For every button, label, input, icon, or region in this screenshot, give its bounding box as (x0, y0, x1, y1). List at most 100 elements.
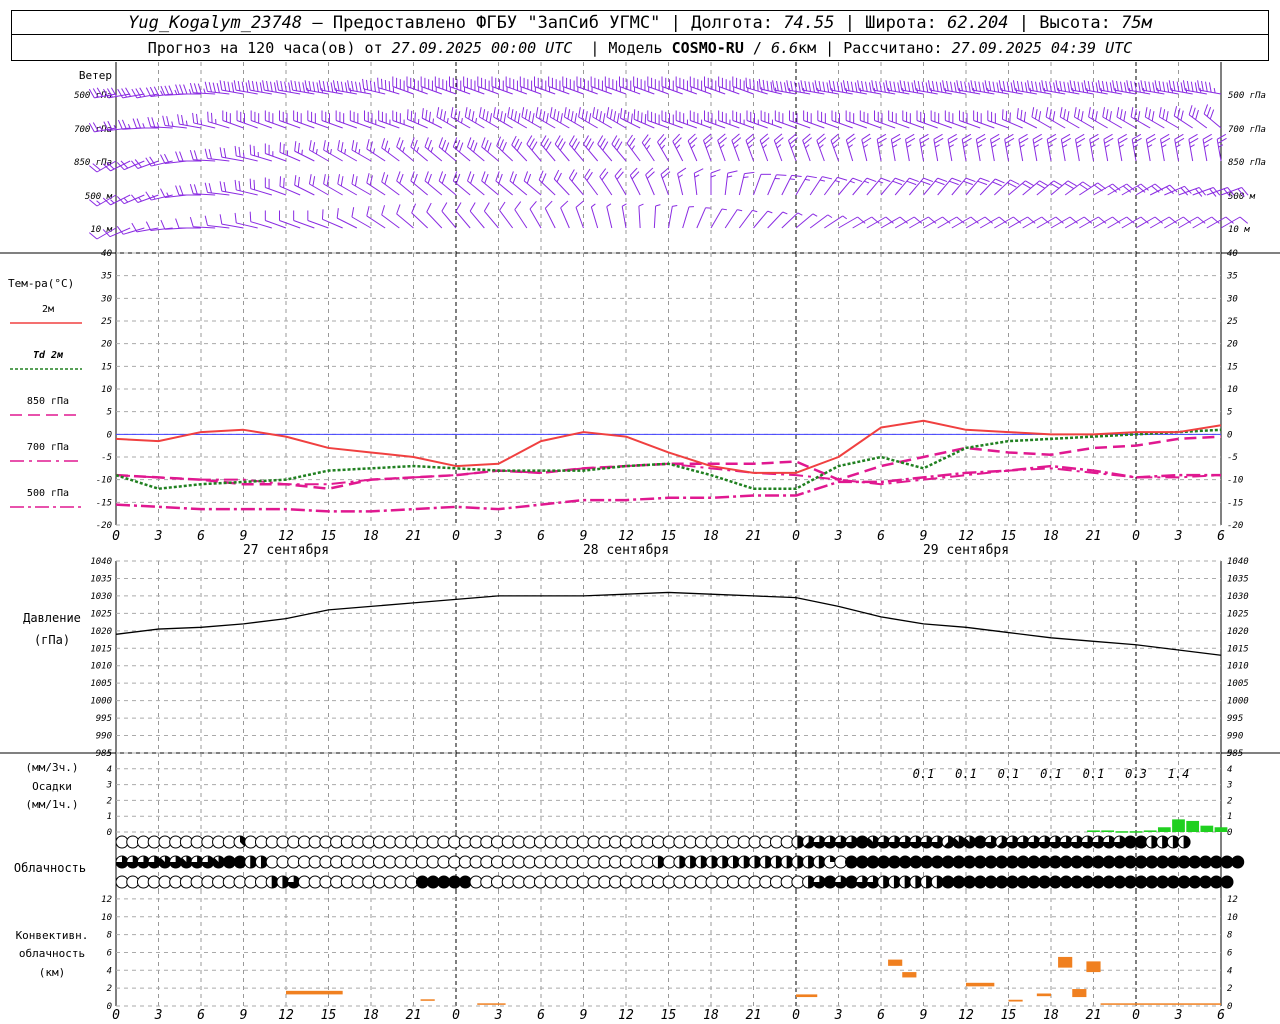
cloud-symbol-outline (437, 835, 451, 849)
wind-barb (645, 174, 655, 196)
cloud-symbol-outline (576, 875, 590, 889)
wind-feather (444, 142, 450, 153)
cloud-symbol (673, 835, 687, 849)
temp-xtick: 21 (1086, 529, 1102, 544)
conv-cloud-bar (888, 959, 903, 966)
wind-feather (469, 202, 476, 212)
wind-feather (850, 81, 854, 92)
cloud-symbol (630, 835, 644, 849)
cloud-symbol-outline (265, 855, 279, 869)
wind-feather (1126, 80, 1129, 91)
precip-ytick-right: 1 (1227, 812, 1232, 822)
cloud-symbol (759, 875, 773, 889)
temp-ytick-left: 40 (101, 249, 112, 259)
cloud-symbol (920, 835, 934, 849)
cloud-symbol (877, 835, 891, 849)
conv-xtick: 3 (494, 1008, 503, 1023)
cloud-symbol (651, 855, 665, 869)
cloud-symbol (834, 835, 848, 849)
conv-cloud-bar (1072, 989, 1087, 998)
wind-feather (720, 144, 725, 149)
cloud-symbol-fill (1199, 876, 1212, 888)
wind-feather (381, 78, 383, 89)
wind-feather (188, 89, 192, 95)
wind-feather (640, 112, 643, 123)
cloud-symbol (716, 875, 730, 889)
wind-feather (1039, 180, 1049, 187)
temp-ytick-left: -10 (96, 476, 112, 486)
wind-barb (553, 178, 570, 196)
wind-feather (1061, 133, 1071, 140)
wind-feather (1059, 80, 1063, 91)
wind-barb (438, 146, 457, 162)
cloud-symbol-fill (1081, 876, 1094, 888)
wind-feather (953, 82, 957, 93)
conv-xtick: 21 (746, 1008, 762, 1023)
pressure-ytick-left: 1020 (90, 627, 112, 637)
cloud-symbol (1220, 875, 1234, 889)
precip-bar (1172, 819, 1185, 832)
cloud-symbol-fill (459, 876, 472, 888)
cloud-symbol (1166, 855, 1180, 869)
wind-feather (762, 79, 765, 90)
cloud-symbol (330, 875, 344, 889)
cloud-symbol-outline (641, 875, 655, 889)
cloud-symbol (308, 875, 322, 889)
wind-feather (503, 113, 507, 124)
precip-3h-total: 0.1 (1083, 767, 1105, 781)
precip-bar (1143, 830, 1157, 832)
wind-feather (585, 138, 592, 148)
wind-feather (510, 109, 514, 120)
wind-barb (759, 140, 769, 162)
cloud-symbol-outline (330, 835, 344, 849)
wind-feather (891, 133, 901, 140)
wind-feather (1018, 133, 1028, 140)
wind-feather (766, 80, 769, 91)
wind-feather (772, 80, 775, 91)
pressure-ytick-right: 1000 (1227, 697, 1249, 707)
cloud-symbol-outline (716, 835, 730, 849)
wind-barb (845, 139, 854, 162)
wind-feather (238, 180, 241, 191)
wind-feather (1063, 81, 1067, 92)
precip-bar (1200, 825, 1214, 832)
temp-ytick-right: -15 (1227, 498, 1243, 508)
wind-feather (413, 139, 418, 150)
cloud-symbol-outline (555, 855, 569, 869)
wind-barb (767, 174, 777, 196)
wind-feather (1189, 144, 1195, 148)
cloud-symbol (630, 855, 644, 869)
wind-feather (776, 80, 779, 91)
cloud-symbol (1005, 855, 1019, 869)
wind-feather (609, 109, 613, 120)
cloud-symbol-fill (437, 876, 450, 888)
wind-feather (413, 173, 418, 184)
wind-feather (560, 200, 569, 209)
wind-feather (1009, 112, 1011, 123)
wind-feather (315, 148, 318, 155)
wind-feather (1090, 137, 1100, 144)
wind-level-right: 850 гПа (1228, 158, 1266, 168)
wind-feather (1118, 137, 1128, 144)
cloud-symbol (941, 875, 955, 889)
wind-feather (308, 174, 312, 185)
cloud-symbol-outline (769, 835, 783, 849)
cloud-symbol (1070, 835, 1084, 849)
wind-feather (581, 109, 585, 120)
wind-feather (482, 109, 486, 120)
wind-feather (1105, 109, 1109, 120)
wind-feather (1045, 80, 1048, 91)
wind-feather (280, 80, 283, 91)
cloud-symbol (941, 835, 955, 849)
cloud-symbol-outline (233, 875, 247, 889)
pressure-ytick-right: 1025 (1227, 609, 1249, 619)
cloud-symbol (834, 855, 848, 869)
cloud-symbol-fill (1038, 876, 1051, 888)
cloud-symbol-outline (566, 855, 580, 869)
wind-feather (672, 204, 678, 207)
wind-feather (381, 138, 386, 149)
cloud-symbol (254, 835, 268, 849)
precip-ytick-right: 5 (1227, 749, 1232, 759)
day-label: 28 сентября (583, 543, 669, 558)
wind-feather (939, 82, 943, 93)
